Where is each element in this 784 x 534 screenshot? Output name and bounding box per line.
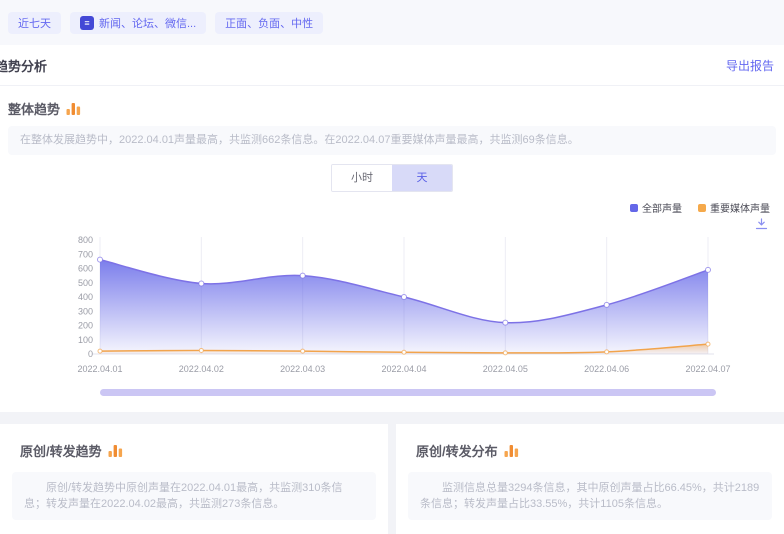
svg-text:200: 200 bbox=[78, 321, 93, 331]
download-chart-icon[interactable] bbox=[755, 218, 768, 230]
filter-bar: 近七天 ≡ 新闻、论坛、微信... 正面、负面、中性 bbox=[0, 0, 784, 45]
legend-item-total-volume[interactable]: 全部声量 bbox=[630, 200, 682, 215]
original-repost-trend-summary: 原创/转发趋势中原创声量在2022.04.01最高，共监测310条信息；转发声量… bbox=[12, 472, 376, 520]
svg-text:800: 800 bbox=[78, 235, 93, 245]
overall-summary-text: 在整体发展趋势中，2022.04.01声量最高，共监测662条信息。在2022.… bbox=[8, 126, 776, 155]
granularity-toggle: 小时 天 bbox=[331, 164, 453, 192]
svg-text:0: 0 bbox=[88, 349, 93, 359]
svg-text:2022.04.04: 2022.04.04 bbox=[381, 364, 426, 374]
original-repost-trend-title: 原创/转发趋势 bbox=[20, 441, 102, 460]
svg-text:700: 700 bbox=[78, 249, 93, 259]
time-range-filter-label: 近七天 bbox=[18, 15, 51, 31]
chart-toolbar bbox=[0, 215, 784, 230]
bar-chart-icon bbox=[108, 444, 123, 457]
svg-text:400: 400 bbox=[78, 292, 93, 302]
svg-text:2022.04.05: 2022.04.05 bbox=[483, 364, 528, 374]
svg-text:2022.04.02: 2022.04.02 bbox=[179, 364, 224, 374]
legend-swatch-purple bbox=[630, 204, 638, 212]
sentiment-filter-label: 正面、负面、中性 bbox=[225, 15, 313, 31]
trend-analysis-panel: 趋势分析 导出报告 整体趋势 在整体发展趋势中，2022.04.01声量最高，共… bbox=[0, 45, 784, 412]
chart-brush-scrollbar[interactable] bbox=[100, 389, 716, 396]
svg-text:300: 300 bbox=[78, 306, 93, 316]
legend-swatch-orange bbox=[698, 204, 706, 212]
original-repost-distribution-card: 原创/转发分布 监测信息总量3294条信息，其中原创声量占比66.45%，共计2… bbox=[396, 424, 784, 534]
original-repost-distribution-summary: 监测信息总量3294条信息，其中原创声量占比66.45%，共计2189条信息；转… bbox=[408, 472, 772, 520]
panel-header: 趋势分析 导出报告 bbox=[0, 45, 784, 86]
svg-text:2022.04.03: 2022.04.03 bbox=[280, 364, 325, 374]
svg-text:2022.04.07: 2022.04.07 bbox=[685, 364, 730, 374]
svg-text:500: 500 bbox=[78, 278, 93, 288]
trend-chart: 0 100 200 300 400 500 600 700 800 2022.04.01 2022.… bbox=[0, 232, 784, 380]
toggle-hour-button[interactable]: 小时 bbox=[332, 165, 392, 191]
toggle-day-button[interactable]: 天 bbox=[392, 165, 452, 191]
overall-trend-title: 整体趋势 bbox=[8, 99, 60, 118]
trend-chart-canvas: 0 100 200 300 400 500 600 700 800 2022.04.01 2022.… bbox=[0, 232, 784, 380]
source-filter-label: 新闻、论坛、微信... bbox=[99, 15, 196, 31]
source-filter[interactable]: ≡ 新闻、论坛、微信... bbox=[70, 12, 206, 34]
svg-text:2022.04.01: 2022.04.01 bbox=[77, 364, 122, 374]
overall-trend-header: 整体趋势 bbox=[0, 86, 784, 126]
original-repost-trend-card: 原创/转发趋势 原创/转发趋势中原创声量在2022.04.01最高，共监测310… bbox=[0, 424, 388, 534]
chart-legend: 全部声量 重要媒体声量 bbox=[0, 192, 784, 215]
sentiment-filter[interactable]: 正面、负面、中性 bbox=[215, 12, 323, 34]
time-range-filter[interactable]: 近七天 bbox=[8, 12, 61, 34]
bar-chart-icon bbox=[504, 444, 519, 457]
source-filter-icon: ≡ bbox=[80, 16, 94, 30]
svg-text:2022.04.06: 2022.04.06 bbox=[584, 364, 629, 374]
page-title: 趋势分析 bbox=[0, 56, 47, 75]
legend-label-media-volume: 重要媒体声量 bbox=[710, 200, 770, 215]
legend-label-total-volume: 全部声量 bbox=[642, 200, 682, 215]
bar-chart-icon bbox=[66, 102, 81, 115]
svg-text:600: 600 bbox=[78, 264, 93, 274]
export-report-button[interactable]: 导出报告 bbox=[726, 57, 774, 74]
original-repost-distribution-title: 原创/转发分布 bbox=[416, 441, 498, 460]
svg-text:100: 100 bbox=[78, 335, 93, 345]
bottom-cards: 原创/转发趋势 原创/转发趋势中原创声量在2022.04.01最高，共监测310… bbox=[0, 424, 784, 534]
legend-item-media-volume[interactable]: 重要媒体声量 bbox=[698, 200, 770, 215]
